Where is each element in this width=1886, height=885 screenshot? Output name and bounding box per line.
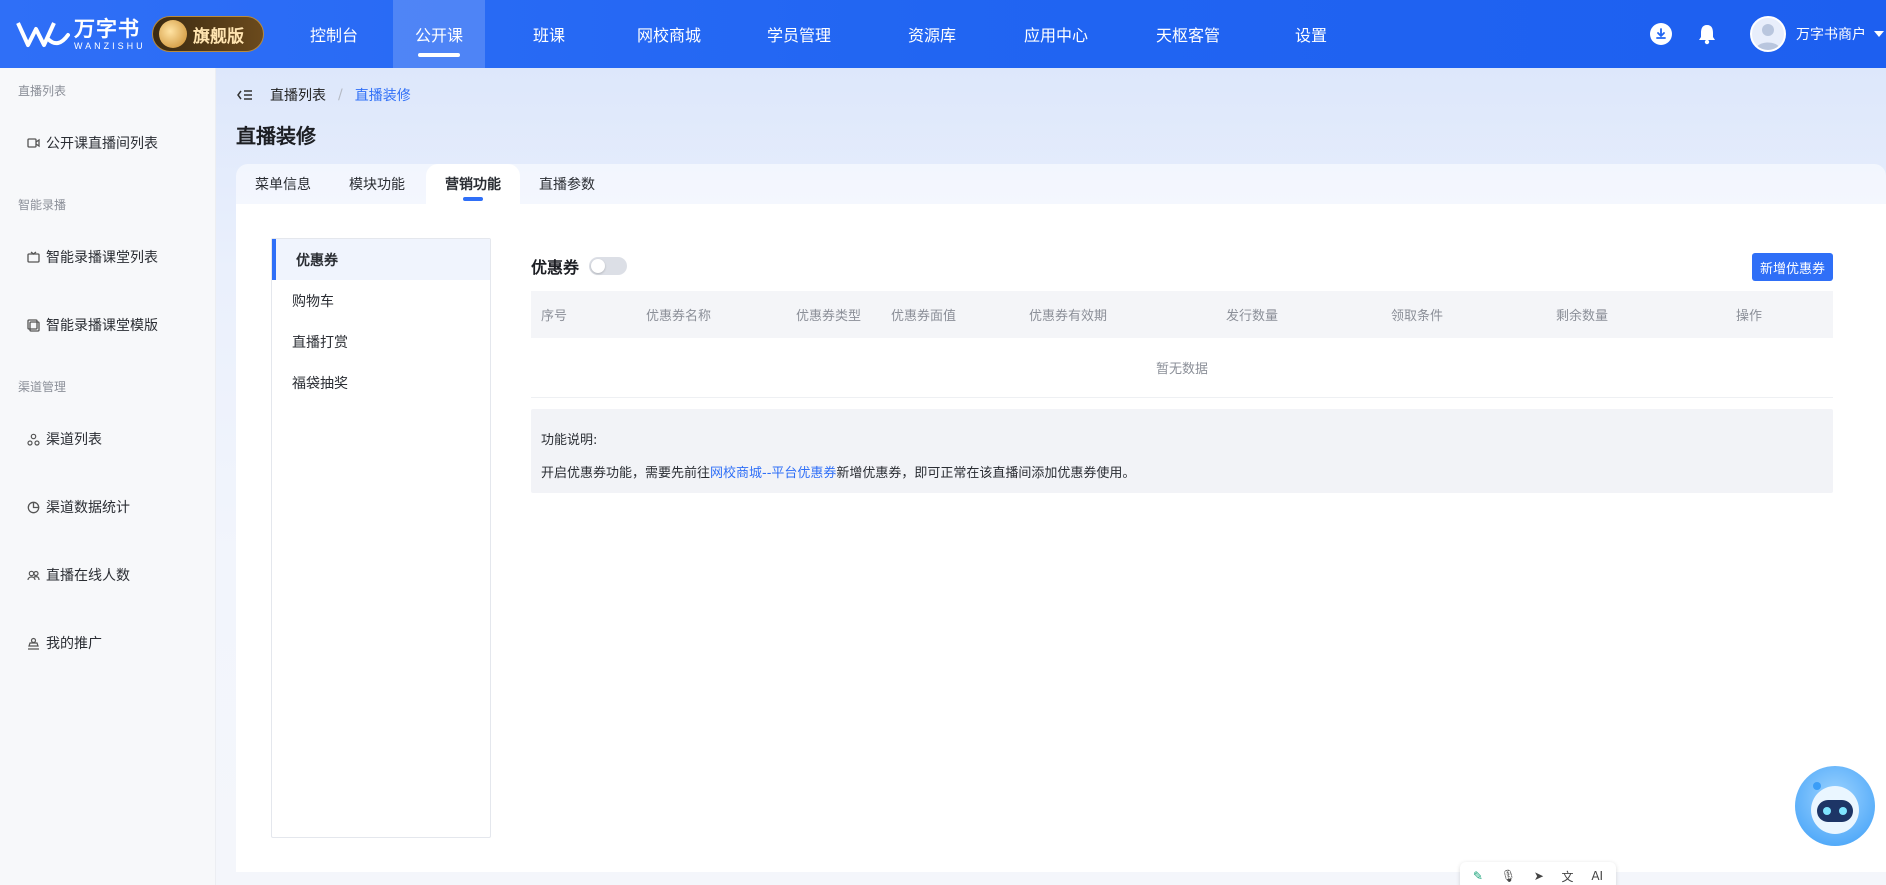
ai-icon[interactable]: AI (1591, 869, 1603, 883)
nav-student-mgmt[interactable]: 学员管理 (725, 0, 873, 68)
translate-icon[interactable]: 文 (1562, 868, 1574, 885)
col-claim-condition: 领取条件 (1391, 309, 1444, 324)
crown-icon (159, 20, 187, 48)
collapse-menu-icon[interactable] (236, 87, 254, 103)
subnav-coupon[interactable]: 优惠券 (272, 239, 490, 280)
table-empty-text: 暂无数据 (531, 338, 1833, 398)
edition-label: 旗舰版 (193, 26, 244, 47)
top-navbar: 万字书 WANZISHU 旗舰版 控制台 公开课 班课 网校商城 学员管理 资源… (0, 0, 1886, 68)
tab-module-functions[interactable]: 模块功能 (330, 164, 424, 204)
logo-mark-icon (16, 22, 70, 47)
plugin-icon[interactable]: ✎ (1473, 869, 1483, 883)
user-name[interactable]: 万字书商户 (1796, 24, 1866, 44)
send-icon[interactable]: ➤ (1534, 869, 1544, 883)
sidebar-item-my-promotion[interactable]: 我的推广 (26, 632, 102, 654)
sidebar-item-smart-class-list[interactable]: 智能录播课堂列表 (26, 246, 158, 268)
subnav-shopping-cart[interactable]: 购物车 (272, 280, 490, 321)
col-index: 序号 (541, 309, 568, 324)
sidebar-item-channel-list[interactable]: 渠道列表 (26, 428, 102, 450)
nav-settings[interactable]: 设置 (1255, 0, 1367, 68)
tab-live-params[interactable]: 直播参数 (520, 164, 614, 204)
users-icon (26, 568, 40, 582)
template-icon (26, 318, 40, 332)
col-coupon-validity: 优惠券有效期 (1029, 309, 1108, 324)
promo-icon (26, 636, 40, 650)
col-coupon-type: 优惠券类型 (796, 309, 862, 324)
avatar[interactable] (1750, 16, 1786, 52)
download-icon[interactable] (1650, 23, 1672, 45)
ai-assistant-robot-icon[interactable] (1795, 766, 1875, 846)
breadcrumb: 直播列表 / 直播装修 (236, 85, 411, 105)
coupon-title: 优惠券 (531, 258, 580, 277)
col-remaining-count: 剩余数量 (1556, 309, 1609, 324)
brand-logo[interactable]: 万字书 WANZISHU (16, 14, 146, 54)
user-area: 万字书商户 (1650, 0, 1886, 68)
brand-name-en: WANZISHU (74, 40, 146, 51)
mall-coupon-link[interactable]: 网校商城--平台优惠券 (710, 466, 836, 481)
breadcrumb-parent[interactable]: 直播列表 (270, 85, 326, 105)
brand-name: 万字书 (74, 16, 140, 41)
microphone-icon[interactable]: 🎙 (1501, 869, 1516, 883)
subnav-lucky-bag[interactable]: 福袋抽奖 (272, 362, 490, 403)
col-coupon-value: 优惠券面值 (891, 309, 957, 324)
marketing-panel: 优惠券 购物车 直播打赏 福袋抽奖 优惠券 新增优惠券 序号 优惠券名称 优惠券… (236, 204, 1886, 872)
col-actions: 操作 (1736, 309, 1763, 324)
nav-app-center[interactable]: 应用中心 (991, 0, 1121, 68)
pie-chart-icon (26, 500, 40, 514)
tv-icon (26, 250, 40, 264)
main-nav: 控制台 公开课 班课 网校商城 学员管理 资源库 应用中心 天枢客管 设置 (275, 0, 1367, 68)
nav-resource-library[interactable]: 资源库 (873, 0, 991, 68)
col-issue-count: 发行数量 (1226, 309, 1279, 324)
nav-class-course[interactable]: 班课 (485, 0, 613, 68)
nav-console[interactable]: 控制台 (275, 0, 393, 68)
coupon-toggle[interactable] (589, 257, 628, 275)
sidebar-item-channel-stats[interactable]: 渠道数据统计 (26, 496, 130, 518)
sidebar-group-channel-mgmt: 渠道管理 (18, 380, 67, 394)
nav-open-course[interactable]: 公开课 (393, 0, 485, 68)
feature-note: 功能说明: 开启优惠券功能，需要先前往网校商城--平台优惠券新增优惠券，即可正常… (531, 409, 1833, 493)
sidebar-item-smart-class-template[interactable]: 智能录播课堂模版 (26, 314, 158, 336)
page-title: 直播装修 (236, 124, 316, 148)
video-icon (26, 136, 40, 150)
note-title: 功能说明: (541, 433, 598, 448)
chevron-down-icon[interactable] (1874, 31, 1884, 37)
sidebar-item-open-course-rooms[interactable]: 公开课直播间列表 (26, 132, 158, 154)
nav-online-mall[interactable]: 网校商城 (613, 0, 725, 68)
main-area: 直播列表 / 直播装修 直播装修 菜单信息 模块功能 营销功能 直播参数 优惠券… (216, 68, 1886, 885)
add-coupon-button[interactable]: 新增优惠券 (1751, 253, 1833, 281)
tab-marketing[interactable]: 营销功能 (426, 164, 520, 204)
marketing-subnav: 优惠券 购物车 直播打赏 福袋抽奖 (271, 238, 491, 838)
channel-icon (26, 432, 40, 446)
tab-bar: 菜单信息 模块功能 营销功能 直播参数 (236, 164, 1886, 204)
sidebar-item-live-online[interactable]: 直播在线人数 (26, 564, 130, 586)
col-coupon-name: 优惠券名称 (646, 309, 712, 324)
coupon-table: 序号 优惠券名称 优惠券类型 优惠券面值 优惠券有效期 发行数量 领取条件 剩余… (531, 291, 1833, 398)
note-body: 开启优惠券功能，需要先前往网校商城--平台优惠券新增优惠券，即可正常在该直播间添… (541, 466, 1136, 481)
table-header: 序号 优惠券名称 优惠券类型 优惠券面值 优惠券有效期 发行数量 领取条件 剩余… (531, 291, 1833, 338)
breadcrumb-separator: / (338, 87, 343, 103)
sidebar: 直播列表 公开课直播间列表 智能录播 智能录播课堂列表 智能录播课堂模版 渠道管… (0, 68, 216, 885)
sidebar-group-smart-recording: 智能录播 (18, 198, 67, 212)
bell-icon[interactable] (1696, 23, 1718, 45)
sidebar-group-live-list: 直播列表 (18, 84, 67, 98)
breadcrumb-current: 直播装修 (354, 88, 411, 104)
edition-badge: 旗舰版 (152, 16, 264, 52)
nav-tianshu-crm[interactable]: 天枢客管 (1121, 0, 1255, 68)
subnav-live-tipping[interactable]: 直播打赏 (272, 321, 490, 362)
coupon-header: 优惠券 (531, 254, 628, 278)
tab-menu-info[interactable]: 菜单信息 (236, 164, 330, 204)
mini-toolbar: ✎ 🎙 ➤ 文 AI (1460, 862, 1616, 885)
